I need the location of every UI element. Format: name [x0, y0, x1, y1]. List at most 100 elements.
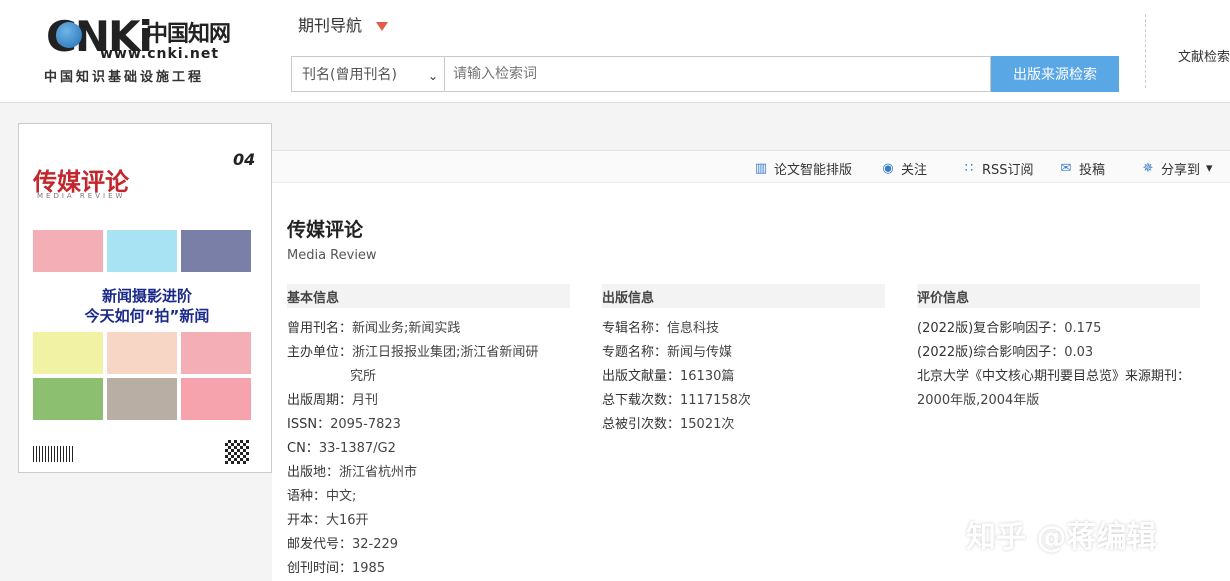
info-value: 15021次 [680, 417, 735, 432]
globe-icon [56, 22, 82, 48]
info-value: 33-1387/G2 [318, 441, 396, 456]
logo-subtitle: 中国知识基础设施工程 [44, 70, 205, 85]
smart-layout-button[interactable]: ▥ 论文智能排版 [754, 159, 852, 178]
share-label: 分享到 [1161, 163, 1201, 178]
info-value: 1117158次 [680, 393, 751, 408]
info-row: 总下载次数：1117158次 [602, 389, 751, 408]
publish-info-heading: 出版信息 [602, 284, 885, 308]
info-value: 月刊 [352, 393, 379, 408]
cover-image-block [107, 230, 177, 272]
info-row: 出版周期：月刊 [287, 389, 378, 408]
barcode [33, 446, 73, 462]
info-label: 创刊时间： [287, 561, 353, 576]
rss-button[interactable]: ∷ RSS订阅 [962, 159, 1034, 178]
info-row: 邮发代号：32-229 [287, 533, 398, 552]
info-row: 主办单位：浙江日报报业集团;浙江省新闻研 [287, 341, 538, 360]
info-row: (2022版)综合影响因子：0.03 [917, 341, 1093, 360]
eye-icon: ◉ [882, 160, 894, 176]
submit-label: 投稿 [1079, 163, 1106, 178]
info-row: 创刊时间：1985 [287, 557, 385, 576]
info-value: 新闻与传媒 [667, 345, 733, 360]
info-label: 专题名称： [602, 345, 668, 360]
info-value: 中文; [326, 489, 357, 504]
info-label: CN： [287, 441, 319, 456]
follow-button[interactable]: ◉ 关注 [881, 159, 927, 178]
info-value: 0.03 [1064, 345, 1094, 360]
info-value: 0.175 [1064, 321, 1102, 336]
cover-headline: 新闻摄影进阶 今天如何“拍”新闻 [47, 286, 247, 326]
info-row: 专题名称：新闻与传媒 [602, 341, 732, 360]
cover-image-block [33, 230, 103, 272]
info-row: 究所 [350, 365, 376, 384]
cover-image-block [33, 332, 103, 374]
cnki-logo[interactable]: CNKi 中国知网 www.cnki.net 中国知识基础设施工程 [42, 12, 242, 85]
info-row: 总被引次数：15021次 [602, 413, 734, 432]
rss-icon: ∷ [964, 160, 974, 176]
header: CNKi 中国知网 www.cnki.net 中国知识基础设施工程 期刊导航 刊… [0, 0, 1230, 103]
watermark: 知乎 @蒋编辑 [966, 520, 1157, 555]
info-row: CN：33-1387/G2 [287, 437, 396, 456]
info-value: 1985 [352, 561, 386, 576]
info-value: 浙江日报报业集团;浙江省新闻研 [352, 345, 539, 360]
info-value: 信息科技 [667, 321, 720, 336]
info-label: 出版周期： [287, 393, 353, 408]
cover-headline-2: 今天如何“拍”新闻 [84, 307, 210, 325]
journal-title: 传媒评论 [287, 219, 364, 241]
info-label: 总下载次数： [602, 393, 681, 408]
journal-nav-label: 期刊导航 [298, 16, 363, 35]
cover-image-block [107, 332, 177, 374]
info-value: 2095-7823 [330, 417, 401, 432]
smart-layout-label: 论文智能排版 [774, 163, 853, 178]
info-row: 曾用刊名：新闻业务;新闻实践 [287, 317, 460, 336]
caret-down-icon [376, 22, 389, 31]
search-input[interactable] [445, 56, 991, 92]
header-divider [1145, 14, 1146, 88]
chevron-down-icon: ⌄ [427, 69, 438, 83]
info-label: 专辑名称： [602, 321, 668, 336]
info-row: 北京大学《中文核心期刊要目总览》来源期刊： [917, 365, 1190, 384]
mail-icon: ✉ [1060, 160, 1072, 176]
publication-source-search-button[interactable]: 出版来源检索 [991, 56, 1119, 92]
eval-info-heading: 评价信息 [917, 284, 1200, 308]
info-value: 大16开 [326, 513, 369, 528]
info-label: 总被引次数： [602, 417, 681, 432]
literature-search-link[interactable]: 文献检索 [1178, 46, 1230, 65]
share-icon: ✵ [1142, 160, 1154, 176]
logo-cn-name: 中国知网 [146, 21, 231, 47]
info-value: 2000年版,2004年版 [917, 393, 1040, 408]
cover-headline-1: 新闻摄影进阶 [101, 287, 192, 305]
cover-image-block [107, 378, 177, 420]
search-bar: 刊名(曾用刊名) ⌄ 出版来源检索 [291, 56, 1119, 92]
info-label: ISSN： [287, 417, 331, 432]
follow-label: 关注 [901, 163, 928, 178]
info-row: 开本：大16开 [287, 509, 369, 528]
info-label: 曾用刊名： [287, 321, 353, 336]
info-label: 出版文献量： [602, 369, 681, 384]
info-row: 2000年版,2004年版 [917, 389, 1039, 408]
info-label: 开本： [287, 513, 327, 528]
layout-icon: ▥ [754, 160, 768, 176]
info-row: 专辑名称：信息科技 [602, 317, 719, 336]
toolbar: ▥ 论文智能排版 ◉ 关注 ∷ RSS订阅 ✉ 投稿 ✵ 分享到 ▾ [272, 151, 1230, 183]
search-field-select[interactable]: 刊名(曾用刊名) ⌄ [291, 56, 445, 92]
info-value: 16130篇 [680, 369, 735, 384]
info-label: (2022版)复合影响因子： [917, 321, 1065, 336]
cover-image-block [181, 332, 251, 374]
submit-button[interactable]: ✉ 投稿 [1059, 159, 1105, 178]
share-dropdown[interactable]: ✵ 分享到 ▾ [1141, 159, 1213, 178]
rss-label: RSS订阅 [982, 163, 1034, 178]
info-row: ISSN：2095-7823 [287, 413, 401, 432]
cover-image-block [181, 378, 251, 420]
info-value: 究所 [350, 369, 377, 384]
info-label: 出版地： [287, 465, 340, 480]
info-label: 北京大学《中文核心期刊要目总览》来源期刊： [917, 369, 1191, 384]
journal-nav-dropdown[interactable]: 期刊导航 [298, 12, 389, 36]
qr-code [225, 440, 249, 464]
basic-info-heading: 基本信息 [287, 284, 570, 308]
info-label: 邮发代号： [287, 537, 353, 552]
info-value: 浙江省杭州市 [339, 465, 418, 480]
cover-image-block [33, 378, 103, 420]
info-value: 新闻业务;新闻实践 [352, 321, 461, 336]
cover-issue: 04 [233, 150, 256, 169]
search-field-value: 刊名(曾用刊名) [302, 67, 397, 83]
